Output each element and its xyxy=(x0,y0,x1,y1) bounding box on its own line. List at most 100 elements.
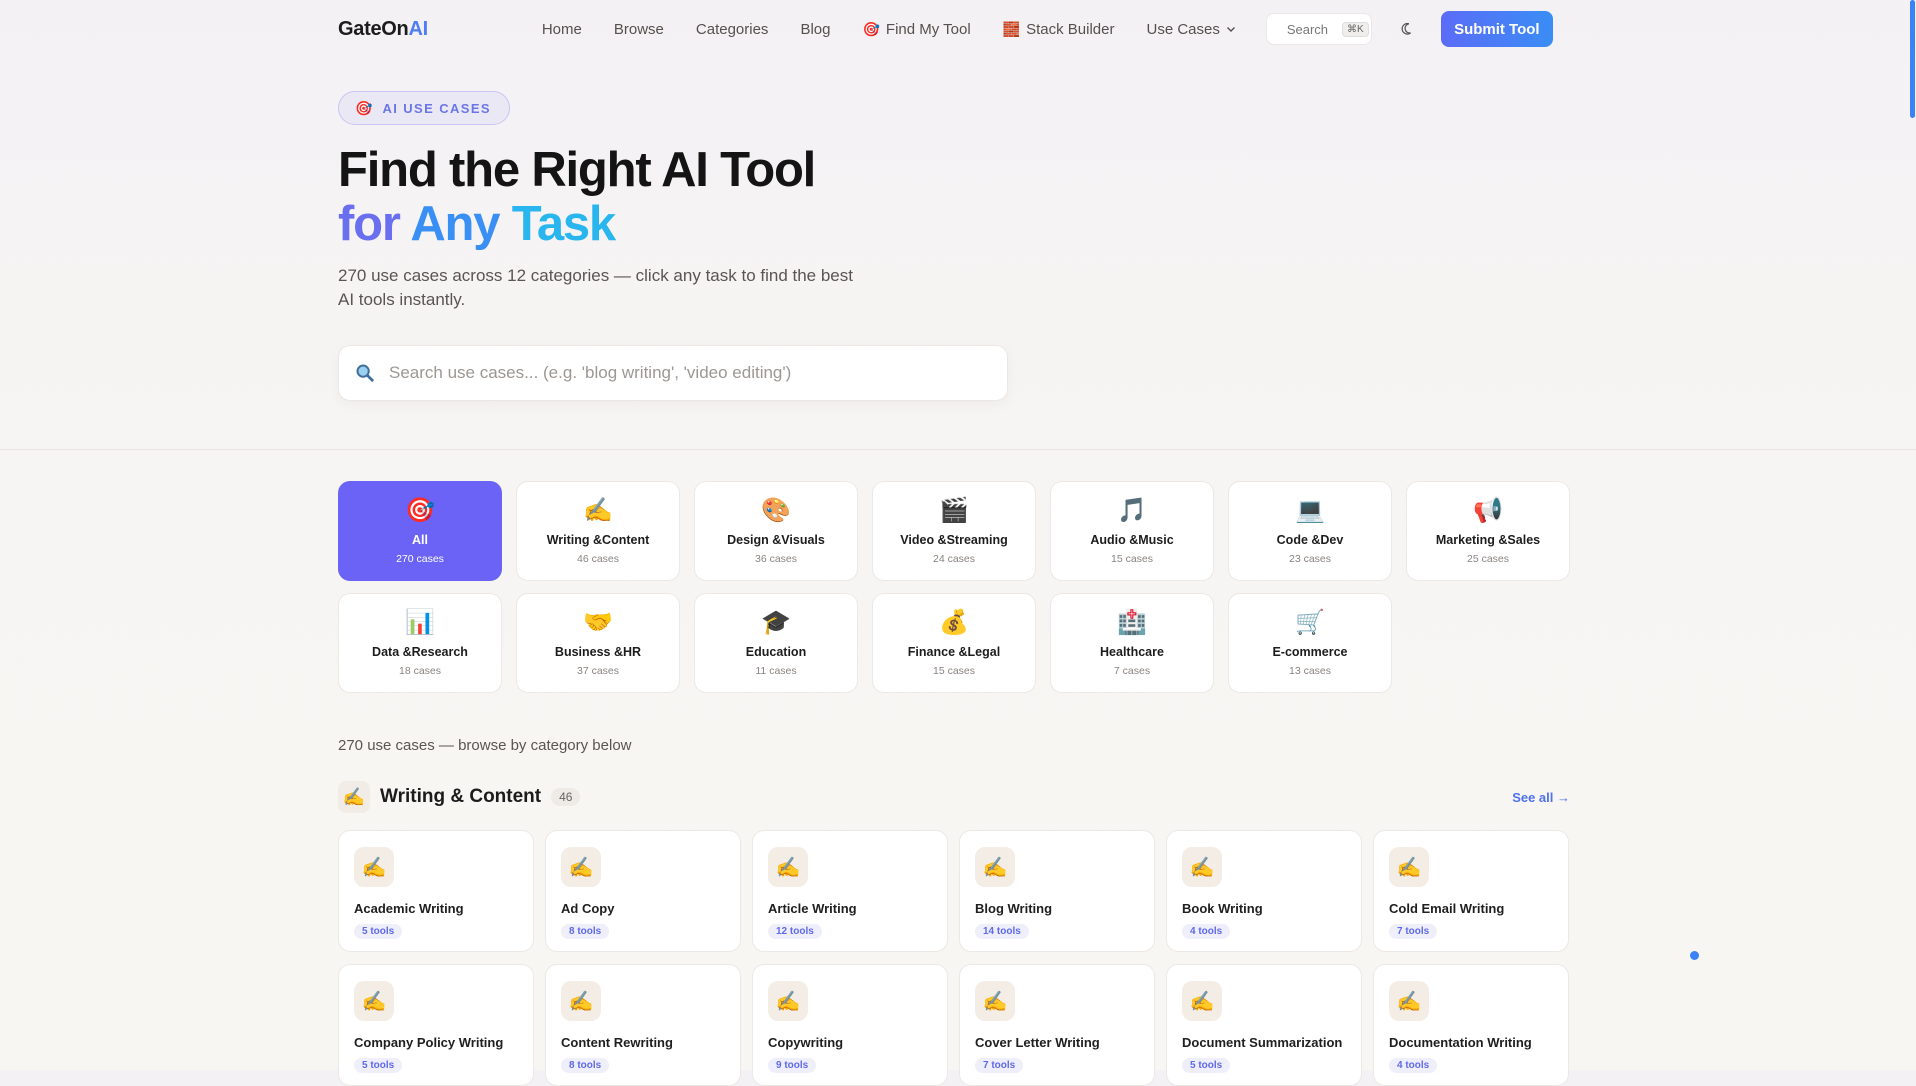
writing-icon: ✍️ xyxy=(975,981,1015,1021)
tool-count-badge: 8 tools xyxy=(561,924,610,939)
category-icon: ✍️ xyxy=(583,497,613,524)
writing-icon: ✍️ xyxy=(354,847,394,887)
tool-count-badge: 5 tools xyxy=(354,924,403,939)
category-card[interactable]: 🏥 Healthcare 7 cases xyxy=(1050,593,1214,693)
search-shortcut: ⌘K xyxy=(1342,21,1369,37)
nav-browse[interactable]: Browse xyxy=(614,21,664,38)
nav-stack-builder[interactable]: 🧱 Stack Builder xyxy=(1003,21,1115,38)
category-card[interactable]: 📢 Marketing &Sales 25 cases xyxy=(1406,481,1570,581)
title-part-any: Any xyxy=(410,197,512,251)
nav-use-cases-label: Use Cases xyxy=(1146,20,1220,38)
category-count: 18 cases xyxy=(398,665,442,677)
category-card[interactable]: 🎵 Audio &Music 15 cases xyxy=(1050,481,1214,581)
nav-blog-label: Blog xyxy=(800,20,831,38)
page-title: Find the Right AI Tool xyxy=(338,143,816,197)
category-icon: 🤝 xyxy=(583,609,613,636)
category-icon: 📢 xyxy=(1473,497,1503,524)
nav-find-my-tool[interactable]: 🎯 Find My Tool xyxy=(862,21,970,38)
use-case-search xyxy=(338,345,1008,401)
target-icon: 🎯 xyxy=(355,99,373,116)
use-case-title: Academic Writing xyxy=(354,901,464,916)
category-card[interactable]: ✍️ Writing &Content 46 cases xyxy=(516,481,680,581)
category-count: 270 cases xyxy=(396,553,444,565)
writing-icon: ✍️ xyxy=(768,847,808,887)
use-case-card[interactable]: ✍️ Cover Letter Writing 7 tools xyxy=(959,964,1155,1086)
scrollbar-thumb[interactable] xyxy=(1910,0,1915,118)
nav-blog[interactable]: Blog xyxy=(800,21,830,38)
writing-icon: ✍️ xyxy=(768,981,808,1021)
use-case-card[interactable]: ✍️ Ad Copy 8 tools xyxy=(545,830,741,952)
category-name: Healthcare xyxy=(1100,645,1164,659)
use-case-title: Document Summarization xyxy=(1182,1035,1343,1050)
category-card[interactable]: 🎨 Design &Visuals 36 cases xyxy=(694,481,858,581)
use-case-title: Article Writing xyxy=(768,901,857,916)
title-part-task: Task xyxy=(511,197,616,251)
top-navbar: GateOnAI Home Browse Categories Blog 🎯 Fi… xyxy=(338,0,1570,58)
use-case-card[interactable]: ✍️ Document Summarization 5 tools xyxy=(1166,964,1362,1086)
nav-use-cases[interactable]: Use Cases xyxy=(1146,21,1235,38)
use-case-title: Book Writing xyxy=(1182,901,1263,916)
tool-count-badge: 9 tools xyxy=(768,1058,817,1073)
use-case-card[interactable]: ✍️ Content Rewriting 8 tools xyxy=(545,964,741,1086)
writing-icon: ✍️ xyxy=(1389,981,1429,1021)
category-name: Video &Streaming xyxy=(900,533,1008,547)
category-name: Data &Research xyxy=(372,645,468,659)
category-name: E-commerce xyxy=(1272,645,1348,659)
category-card[interactable]: 📊 Data &Research 18 cases xyxy=(338,593,502,693)
category-name: Marketing &Sales xyxy=(1435,533,1541,547)
use-case-title: Cover Letter Writing xyxy=(975,1035,1100,1050)
nav-browse-label: Browse xyxy=(613,20,664,38)
category-name: Writing &Content xyxy=(546,533,650,547)
title-part-for: for xyxy=(338,197,411,251)
category-count: 36 cases xyxy=(754,553,798,565)
tool-count-badge: 5 tools xyxy=(1182,1058,1231,1073)
scrollbar[interactable] xyxy=(1910,0,1916,1070)
use-case-title: Cold Email Writing xyxy=(1389,901,1505,916)
category-count: 25 cases xyxy=(1466,553,1510,565)
category-name: All xyxy=(412,533,428,547)
use-case-card[interactable]: ✍️ Documentation Writing 4 tools xyxy=(1373,964,1569,1086)
writing-icon: ✍️ xyxy=(338,781,370,813)
writing-icon: ✍️ xyxy=(354,981,394,1021)
category-card[interactable]: 🎓 Education 11 cases xyxy=(694,593,858,693)
submit-tool-button[interactable]: Submit Tool xyxy=(1440,11,1553,47)
section-title: Writing & Content xyxy=(380,786,542,807)
nav-home[interactable]: Home xyxy=(542,21,582,38)
category-card[interactable]: 🤝 Business &HR 37 cases xyxy=(516,593,680,693)
category-card[interactable]: 💻 Code &Dev 23 cases xyxy=(1228,481,1392,581)
category-name: Audio &Music xyxy=(1090,533,1174,547)
category-name: Business &HR xyxy=(554,645,642,659)
tool-count-badge: 4 tools xyxy=(1182,924,1231,939)
use-case-title: Ad Copy xyxy=(561,901,615,916)
category-count: 15 cases xyxy=(932,665,976,677)
page-title-accent: for Any Task xyxy=(338,197,616,251)
see-all-link[interactable]: See all → xyxy=(1512,790,1570,805)
use-case-card[interactable]: ✍️ Copywriting 9 tools xyxy=(752,964,948,1086)
use-case-card[interactable]: ✍️ Book Writing 4 tools xyxy=(1166,830,1362,952)
brick-icon: 🧱 xyxy=(1002,20,1021,37)
category-icon: 🎓 xyxy=(761,609,791,636)
category-card[interactable]: 💰 Finance &Legal 15 cases xyxy=(872,593,1036,693)
use-case-card[interactable]: ✍️ Article Writing 12 tools xyxy=(752,830,948,952)
header-search-button[interactable]: Search ⌘K xyxy=(1265,13,1372,45)
category-card[interactable]: 🎬 Video &Streaming 24 cases xyxy=(872,481,1036,581)
nav-stack-builder-label: Stack Builder xyxy=(1026,20,1115,38)
nav-categories[interactable]: Categories xyxy=(696,21,769,38)
theme-toggle[interactable] xyxy=(1396,17,1420,41)
category-card[interactable]: 🎯 All 270 cases xyxy=(338,481,502,581)
category-name: Finance &Legal xyxy=(907,645,1001,659)
category-icon: 🎨 xyxy=(761,497,791,524)
tool-count-badge: 4 tools xyxy=(1389,1058,1438,1073)
use-case-search-input[interactable] xyxy=(387,362,951,384)
use-case-card[interactable]: ✍️ Academic Writing 5 tools xyxy=(338,830,534,952)
use-case-card[interactable]: ✍️ Cold Email Writing 7 tools xyxy=(1373,830,1569,952)
nav-home-label: Home xyxy=(541,20,582,38)
site-logo[interactable]: GateOnAI xyxy=(338,18,428,41)
use-case-card[interactable]: ✍️ Company Policy Writing 5 tools xyxy=(338,964,534,1086)
nav-find-my-tool-label: Find My Tool xyxy=(885,20,971,38)
category-card[interactable]: 🛒 E-commerce 13 cases xyxy=(1228,593,1392,693)
use-case-title: Blog Writing xyxy=(975,901,1053,916)
category-count: 23 cases xyxy=(1288,553,1332,565)
category-name: Education xyxy=(745,645,807,659)
use-case-card[interactable]: ✍️ Blog Writing 14 tools xyxy=(959,830,1155,952)
